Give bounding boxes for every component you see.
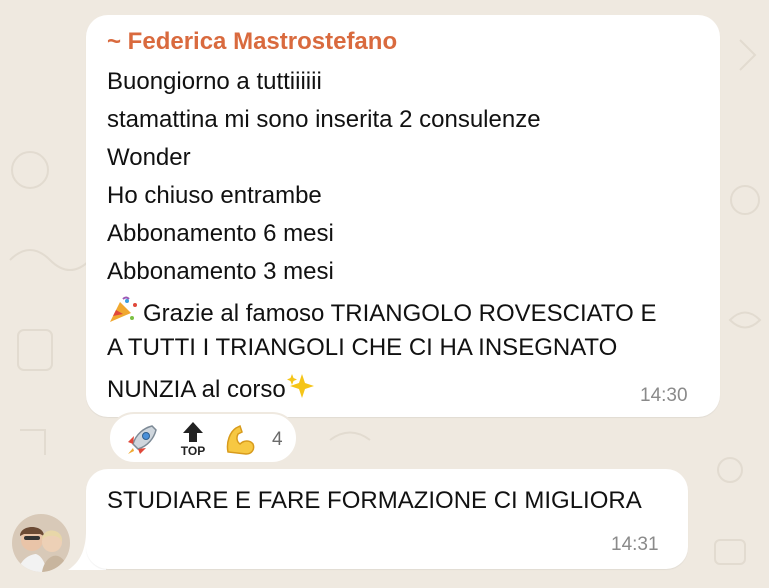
message-timestamp: 14:31 (611, 534, 659, 555)
message-line: stamattina mi sono inserita 2 consulenze (107, 106, 541, 133)
reaction-count: 4 (272, 429, 283, 450)
top-arrow-icon[interactable]: TOP (176, 420, 210, 463)
message-text: STUDIARE E FARE FORMAZIONE CI MIGLIORA (107, 487, 642, 514)
message-line: NUNZIA al corso (107, 376, 286, 403)
reactions-bar[interactable]: TOP 4 (108, 412, 298, 464)
message-line: A TUTTI I TRIANGOLI CHE CI HA INSEGNATO (107, 334, 618, 361)
sender-name[interactable]: ~ Federica Mastrostefano (107, 28, 397, 56)
message-line: Grazie al famoso TRIANGOLO ROVESCIATO E (143, 300, 657, 327)
message-timestamp: 14:30 (640, 385, 688, 406)
message-line-with-emoji: NUNZIA al corso (107, 372, 318, 407)
top-label: TOP (181, 444, 205, 458)
message-line: Wonder (107, 144, 191, 171)
message-line: Abbonamento 6 mesi (107, 220, 334, 247)
avatar[interactable] (12, 514, 70, 572)
message-line: Buongiorno a tuttiiiiii (107, 68, 322, 95)
party-popper-icon (107, 296, 141, 331)
message-line-with-emoji: Grazie al famoso TRIANGOLO ROVESCIATO E (107, 296, 656, 331)
sparkles-icon (286, 372, 316, 407)
rocket-icon[interactable] (124, 422, 160, 463)
flexed-biceps-icon[interactable] (222, 422, 258, 463)
message-line: Abbonamento 3 mesi (107, 258, 334, 285)
message-line: Ho chiuso entrambe (107, 182, 322, 209)
message-bubble[interactable] (86, 469, 688, 569)
